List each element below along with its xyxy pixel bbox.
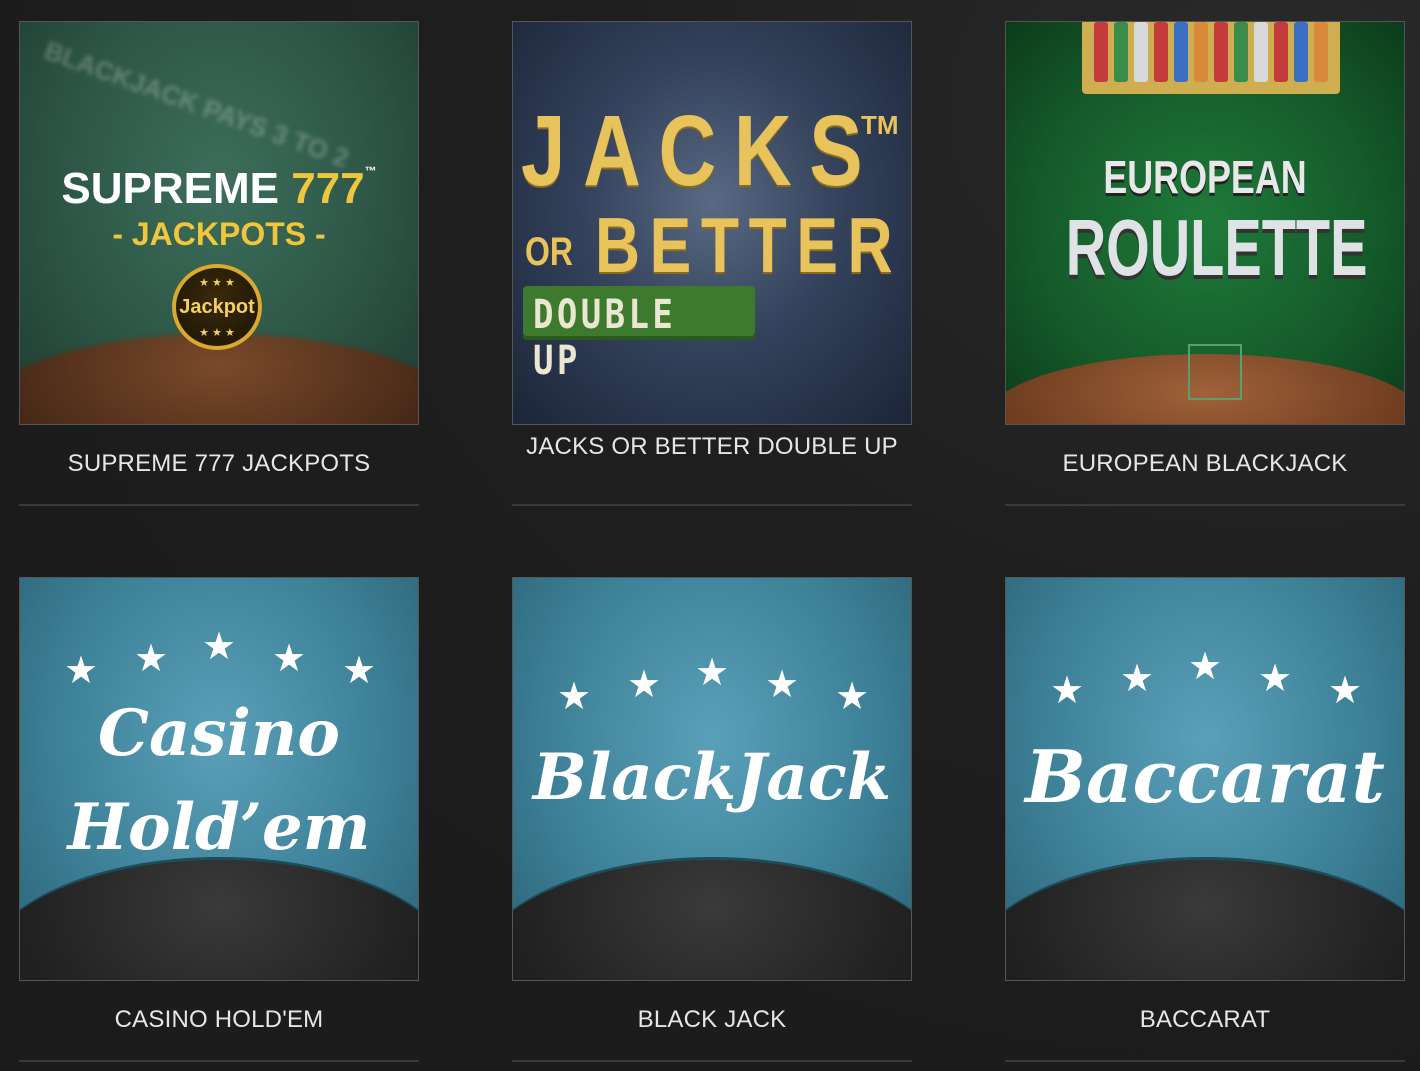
thumbnail-or: OR — [525, 230, 573, 274]
thumbnail-heading: Casino — [98, 696, 340, 771]
chip-tray — [1082, 22, 1340, 94]
divider — [1005, 504, 1405, 506]
table-rail — [1006, 857, 1404, 980]
game-grid: BLACKJACK PAYS 3 TO 2 SUPREME 777™ - JAC… — [0, 0, 1420, 1071]
game-thumbnail[interactable]: BLACKJACK PAYS 3 TO 2 SUPREME 777™ - JAC… — [19, 21, 419, 425]
double-up-banner: DOUBLE UP — [523, 286, 755, 384]
game-title[interactable]: CASINO HOLD'EM — [19, 1003, 419, 1037]
game-title[interactable]: JACKS OR BETTER DOUBLE UP — [512, 430, 912, 464]
thumbnail-subheading: Hold’em — [67, 790, 371, 865]
thumbnail-heading: BlackJack — [532, 740, 892, 815]
divider — [19, 504, 419, 506]
table-rail — [20, 857, 418, 980]
thumbnail-heading: EUROPEAN — [1103, 151, 1307, 203]
game-thumbnail[interactable]: JACKS TM OR BETTER DOUBLE UP — [512, 21, 912, 425]
thumbnail-heading: JACKS — [521, 95, 881, 207]
place-bet-box — [1188, 344, 1242, 400]
game-thumbnail[interactable]: ★ ★ ★ ★ ★ Baccarat — [1005, 577, 1405, 981]
divider — [19, 1060, 419, 1062]
game-title[interactable]: EUROPEAN BLACKJACK — [1005, 447, 1405, 481]
thumbnail-subheading: ROULETTE — [1065, 203, 1368, 292]
game-thumbnail[interactable]: EUROPEAN ROULETTE — [1005, 21, 1405, 425]
game-title[interactable]: BACCARAT — [1005, 1003, 1405, 1037]
thumbnail-heading: SUPREME 777™ — [61, 164, 377, 213]
game-title[interactable]: SUPREME 777 JACKPOTS — [19, 447, 419, 481]
divider — [1005, 1060, 1405, 1062]
table-rail — [513, 857, 911, 980]
jackpot-badge-icon: ★ ★ ★ Jackpot ★ ★ ★ — [172, 264, 262, 350]
divider — [512, 504, 912, 506]
thumbnail-subheading: - JACKPOTS - — [112, 216, 326, 252]
divider — [512, 1060, 912, 1062]
game-title[interactable]: BLACK JACK — [512, 1003, 912, 1037]
game-thumbnail[interactable]: ★ ★ ★ ★ ★ BlackJack — [512, 577, 912, 981]
game-thumbnail[interactable]: ★ ★ ★ ★ ★ Casino Hold’em — [19, 577, 419, 981]
thumbnail-heading: Baccarat — [1025, 734, 1385, 819]
trademark: TM — [861, 110, 899, 140]
thumbnail-subheading: BETTER — [595, 201, 903, 289]
